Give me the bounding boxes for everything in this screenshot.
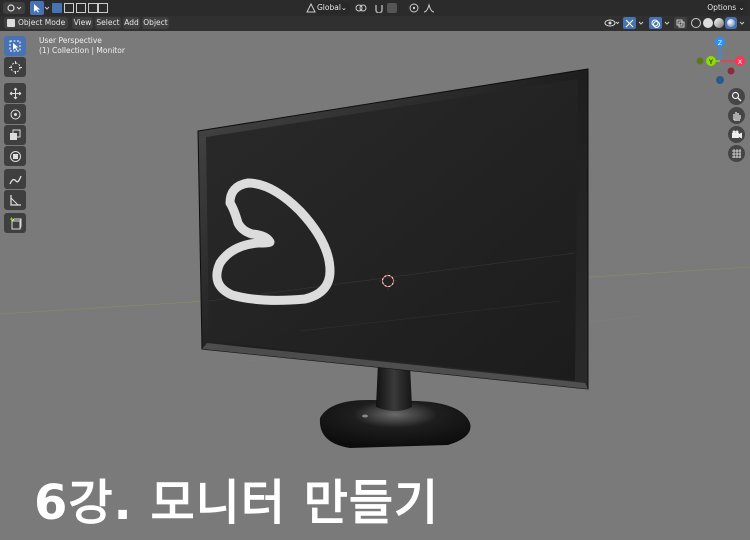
rotate-icon [10,109,20,119]
visibility-icon[interactable] [603,17,621,29]
gizmo-toggle-icon[interactable] [623,17,636,29]
tool-cursor[interactable] [4,57,26,77]
shading-chevron-icon[interactable] [738,17,746,29]
pivot-point-icon[interactable] [354,2,368,14]
transform-orientation-label: Global [317,3,341,12]
cursor-icon [8,60,22,74]
collection-label: (1) Collection | Monitor [39,46,125,55]
select-tool-icon[interactable] [30,1,44,15]
tool-scale[interactable] [4,125,26,145]
menu-object[interactable]: Object [142,17,169,29]
menu-add-label: Add [124,18,139,27]
select-box-icon [9,40,21,52]
viewport-header: Object Mode View Select Add Object [0,16,750,31]
pan-hand-icon[interactable] [728,107,745,124]
move-icon [9,87,21,99]
snap-icon[interactable] [373,2,385,14]
menu-select-label: Select [96,18,120,27]
top-toolbar: Global ⌄ Options ⌄ [0,0,750,17]
video-title-overlay: 6강. 모니터 만들기 [34,475,440,531]
tool-select-box[interactable] [4,36,26,56]
shading-wireframe-icon[interactable] [691,18,701,28]
gizmo-y-label: Y [708,58,713,66]
proportional-edit-icon[interactable] [408,2,420,14]
transform-orientation-select[interactable]: Global ⌄ [316,2,350,14]
camera-view-icon[interactable] [728,126,745,143]
mode-subtract-icon[interactable] [76,3,86,13]
scale-icon [10,129,21,140]
menu-select[interactable]: Select [95,17,121,29]
snap-target-icon[interactable] [387,3,397,13]
gizmo-z-label: Z [718,39,723,47]
gizmo-chevron-icon[interactable] [637,17,645,29]
mode-invert-icon[interactable] [88,3,98,13]
tool-rotate[interactable] [4,104,26,124]
select-chevron-icon[interactable] [44,2,50,14]
falloff-icon[interactable] [422,2,436,14]
object-mode-icon [7,19,15,27]
options-button[interactable]: Options ⌄ [707,2,745,14]
editor-type-icon[interactable] [3,2,25,14]
ortho-grid-icon[interactable] [728,145,745,162]
tool-annotate[interactable] [4,169,26,189]
menu-add[interactable]: Add [123,17,140,29]
add-cube-icon [9,217,21,229]
tool-add-cube[interactable] [4,213,26,233]
perspective-label: User Perspective [39,36,102,45]
xray-toggle-icon[interactable] [674,17,687,29]
shading-solid-icon[interactable] [703,18,713,28]
gizmo-x-label: X [738,58,743,66]
annotate-icon [8,175,22,184]
shading-rendered-icon[interactable] [725,17,737,29]
overlays-toggle-icon[interactable] [649,17,662,29]
shading-material-icon[interactable] [714,18,724,28]
overlays-chevron-icon[interactable] [663,17,671,29]
mode-new-icon[interactable] [52,3,62,13]
mode-intersect-icon[interactable] [98,3,108,13]
mode-extend-icon[interactable] [64,3,74,13]
zoom-icon[interactable] [728,88,745,105]
menu-view-label: View [73,18,92,27]
menu-view[interactable]: View [72,17,93,29]
mode-label: Object Mode [18,18,66,27]
3d-viewport[interactable]: X Z Y User Perspective (1) Collection | … [0,31,750,540]
transform-icon [9,150,21,162]
measure-icon [9,194,21,206]
mode-select[interactable]: Object Mode [4,17,68,29]
menu-object-label: Object [143,18,168,27]
tool-measure[interactable] [4,190,26,210]
tool-transform[interactable] [4,146,26,166]
options-label: Options [707,3,737,12]
toolbar [4,36,28,236]
navigation-gizmo[interactable]: X Z Y [696,37,746,84]
tool-move[interactable] [4,83,26,103]
